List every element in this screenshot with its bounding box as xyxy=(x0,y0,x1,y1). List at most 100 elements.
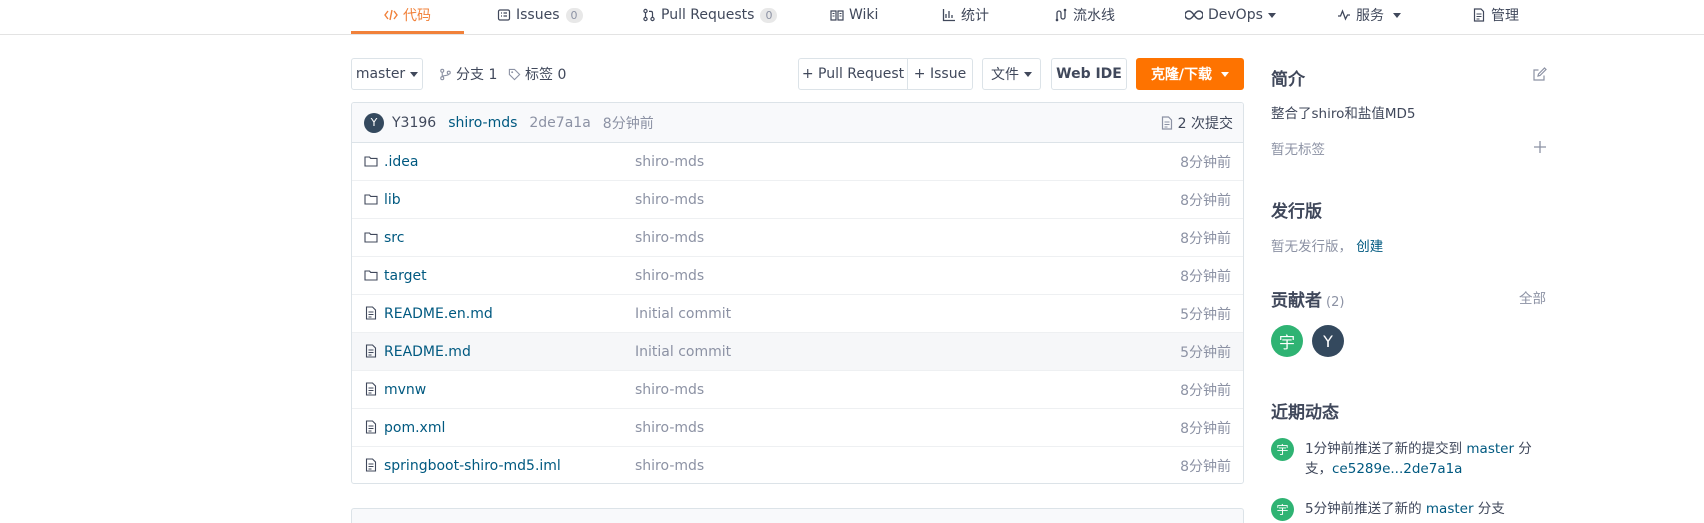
file-row[interactable]: pom.xml shiro-mds 8分钟前 xyxy=(352,409,1243,447)
tag-icon xyxy=(508,68,521,81)
file-name[interactable]: springboot-shiro-md5.iml xyxy=(384,458,561,474)
file-row[interactable]: README.md Initial commit 5分钟前 xyxy=(352,333,1243,371)
tags-link[interactable]: 标签 0 xyxy=(508,64,566,84)
tab-label: Pull Requests xyxy=(661,7,755,23)
code-icon xyxy=(384,8,398,22)
commit-count-link[interactable]: 2 次提交 xyxy=(1161,113,1233,133)
tab-pull-requests[interactable]: Pull Requests 0 xyxy=(642,4,778,26)
file-list: .idea shiro-mds 8分钟前 lib shiro-mds 8分钟前 … xyxy=(352,143,1243,483)
file-commit-message[interactable]: shiro-mds xyxy=(635,192,704,208)
file-time: 8分钟前 xyxy=(1180,192,1231,209)
activity-text: 分支 xyxy=(1477,501,1505,517)
folder-icon xyxy=(364,268,378,282)
tab-devops[interactable]: DevOps xyxy=(1185,4,1276,26)
all-contributors-link[interactable]: 全部 xyxy=(1519,287,1546,307)
file-icon xyxy=(364,306,378,320)
file-commit-message[interactable]: shiro-mds xyxy=(635,154,704,170)
commit-author[interactable]: Y3196 xyxy=(392,115,436,131)
tab-service[interactable]: 服务 xyxy=(1337,4,1401,26)
branch-link[interactable]: master xyxy=(1426,501,1474,517)
file-name[interactable]: .idea xyxy=(384,154,418,170)
file-commit-message[interactable]: shiro-mds xyxy=(635,382,704,398)
edit-icon[interactable] xyxy=(1532,67,1547,82)
activity-item: 5分钟前推送了新的 master 分支 xyxy=(1305,499,1545,519)
branch-icon xyxy=(439,68,452,81)
file-icon xyxy=(364,458,378,472)
chevron-down-icon xyxy=(1393,12,1401,18)
file-button-label: 文件 xyxy=(991,67,1019,83)
activity-text: 支， xyxy=(1305,461,1332,477)
branch-link[interactable]: master xyxy=(1466,441,1514,457)
tab-label: 服务 xyxy=(1356,8,1384,24)
clone-button-label: 克隆/下载 xyxy=(1150,67,1213,83)
file-name[interactable]: target xyxy=(384,268,427,284)
tab-code[interactable]: 代码 xyxy=(384,4,431,26)
chevron-down-icon xyxy=(1267,12,1276,18)
commit-hash[interactable]: 2de7a1a xyxy=(529,115,590,131)
new-issue-button[interactable]: + Issue xyxy=(907,58,973,90)
avatar[interactable]: 宇 xyxy=(1271,325,1303,357)
file-row[interactable]: .idea shiro-mds 8分钟前 xyxy=(352,143,1243,181)
file-commit-message[interactable]: Initial commit xyxy=(635,344,731,360)
readme-panel xyxy=(351,508,1244,523)
commit-message[interactable]: shiro-mds xyxy=(448,115,517,131)
web-ide-button[interactable]: Web IDE xyxy=(1051,58,1127,90)
file-time: 8分钟前 xyxy=(1180,382,1231,399)
tab-label: Wiki xyxy=(849,7,879,23)
tab-manage[interactable]: 管理 xyxy=(1472,4,1519,26)
branches-link[interactable]: 分支 1 xyxy=(439,64,497,84)
avatar[interactable]: Y xyxy=(364,112,384,133)
tab-label: 管理 xyxy=(1491,8,1519,24)
file-commit-message[interactable]: shiro-mds xyxy=(635,230,704,246)
activity-text: 5分钟前推送了新的 xyxy=(1305,501,1422,517)
commit-log-icon xyxy=(1161,116,1173,130)
file-name[interactable]: src xyxy=(384,230,404,246)
avatar[interactable]: 宇 xyxy=(1271,438,1294,461)
pipeline-icon xyxy=(1054,8,1068,22)
file-row[interactable]: src shiro-mds 8分钟前 xyxy=(352,219,1243,257)
commit-range-link[interactable]: ce5289e...2de7a1a xyxy=(1332,461,1462,477)
repo-description: 整合了shiro和盐值MD5 xyxy=(1271,106,1416,122)
latest-commit-bar: Y Y3196 shiro-mds 2de7a1a 8分钟前 2 次提交 xyxy=(352,103,1243,143)
file-row[interactable]: target shiro-mds 8分钟前 xyxy=(352,257,1243,295)
file-time: 8分钟前 xyxy=(1180,459,1231,475)
file-row[interactable]: README.en.md Initial commit 5分钟前 xyxy=(352,295,1243,333)
file-name[interactable]: README.en.md xyxy=(384,306,493,322)
contributors-count: (2) xyxy=(1326,295,1345,310)
file-time: 8分钟前 xyxy=(1180,154,1231,171)
tab-issues[interactable]: Issues 0 xyxy=(497,4,583,26)
file-row[interactable]: lib shiro-mds 8分钟前 xyxy=(352,181,1243,219)
issues-icon xyxy=(497,8,511,22)
create-release-link[interactable]: 创建 xyxy=(1356,239,1383,255)
avatar[interactable]: 宇 xyxy=(1271,498,1294,521)
pr-count-badge: 0 xyxy=(760,7,778,23)
file-row[interactable]: mvnw shiro-mds 8分钟前 xyxy=(352,371,1243,409)
tab-pipeline[interactable]: 流水线 xyxy=(1054,4,1115,26)
file-commit-message[interactable]: shiro-mds xyxy=(635,458,704,474)
tab-wiki[interactable]: Wiki xyxy=(830,4,878,26)
file-name[interactable]: lib xyxy=(384,192,401,208)
folder-icon xyxy=(364,230,378,244)
file-time: 5分钟前 xyxy=(1180,306,1231,323)
add-tag-icon[interactable] xyxy=(1533,140,1547,154)
tab-stats[interactable]: 统计 xyxy=(942,4,989,26)
file-name[interactable]: mvnw xyxy=(384,382,426,398)
file-name[interactable]: README.md xyxy=(384,344,471,360)
avatar[interactable]: Y xyxy=(1312,325,1344,357)
branch-select[interactable]: master xyxy=(351,58,423,90)
file-commit-message[interactable]: shiro-mds xyxy=(635,268,704,284)
file-name[interactable]: pom.xml xyxy=(384,420,445,436)
chevron-down-icon xyxy=(1221,71,1230,77)
file-icon xyxy=(364,420,378,434)
file-commit-message[interactable]: shiro-mds xyxy=(635,420,704,436)
active-tab-indicator xyxy=(351,31,464,34)
file-time: 5分钟前 xyxy=(1180,344,1231,361)
file-commit-message[interactable]: Initial commit xyxy=(635,306,731,322)
clone-download-button[interactable]: 克隆/下载 xyxy=(1136,58,1244,90)
file-menu-button[interactable]: 文件 xyxy=(982,58,1041,90)
new-pull-request-button[interactable]: + Pull Request xyxy=(798,58,908,90)
no-tags-label: 暂无标签 xyxy=(1271,142,1325,158)
file-row[interactable]: springboot-shiro-md5.iml shiro-mds 8分钟前 xyxy=(352,447,1243,483)
commit-count-label: 2 次提交 xyxy=(1177,116,1233,132)
file-icon xyxy=(364,382,378,396)
